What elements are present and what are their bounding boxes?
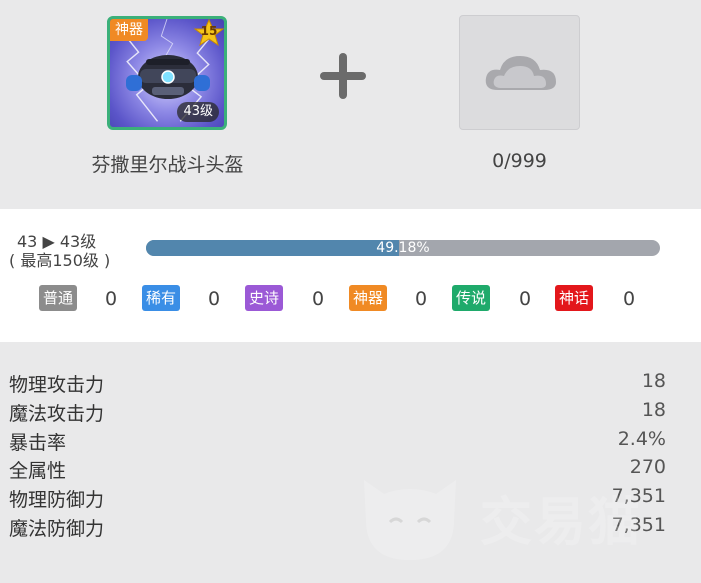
stat-row: 物理攻击力 18 (0, 370, 701, 398)
rarity-badge-myth: 神话 (555, 285, 594, 311)
star-level-badge: 15 (193, 19, 224, 47)
rarity-count-common: 普通 0 (39, 285, 117, 313)
rarity-badge-rare: 稀有 (142, 285, 181, 311)
star-level-text: 15 (200, 24, 218, 38)
stat-row: 暴击率 2.4% (0, 428, 701, 456)
rarity-count-artifact: 神器 0 (349, 285, 427, 313)
progress-percent: 49.18% (376, 240, 430, 256)
stat-label: 魔法攻击力 (9, 403, 105, 425)
rarity-count-value: 0 (519, 288, 532, 310)
rarity-counts: 普通 0 稀有 0 史诗 0 神器 0 传说 0 神话 0 (39, 285, 679, 313)
helmet-icon (126, 55, 210, 99)
watermark-text: 交易猫 (480, 493, 643, 553)
rarity-tag: 神器 (110, 19, 148, 41)
upgrade-slots-panel: 神器 15 43级 芬撒里尔战斗头盔 0/999 (0, 0, 701, 208)
stat-row: 魔法攻击力 18 (0, 399, 701, 427)
watermark: 交易猫 (350, 460, 690, 570)
max-level: ( 最高150级 ) (9, 251, 111, 270)
rarity-count-value: 0 (415, 288, 428, 310)
stat-label: 全属性 (9, 460, 67, 482)
material-count: 0/999 (492, 150, 547, 172)
equipment-slot[interactable]: 神器 15 43级 (107, 16, 227, 130)
rarity-count-value: 0 (312, 288, 325, 310)
upgrade-progress-panel: 43 ▶ 43级 ( 最高150级 ) 49.18% 普通 0 稀有 0 史诗 … (0, 209, 701, 342)
rarity-badge-common: 普通 (39, 285, 78, 311)
stat-value: 2.4% (617, 428, 666, 450)
rarity-badge-artifact: 神器 (349, 285, 388, 311)
experience-progress-bar: 49.18% (146, 240, 660, 256)
cloud-placeholder-icon (485, 56, 556, 90)
cat-logo-icon (364, 480, 456, 560)
rarity-count-rare: 稀有 0 (142, 285, 220, 313)
rarity-count-epic: 史诗 0 (245, 285, 324, 313)
rarity-badge-legend: 传说 (452, 285, 491, 311)
stat-label: 魔法防御力 (9, 518, 105, 540)
rarity-count-value: 0 (623, 288, 636, 310)
rarity-count-myth: 神话 0 (555, 285, 635, 313)
rarity-count-value: 0 (105, 288, 118, 310)
rarity-count-legend: 传说 0 (452, 285, 531, 313)
stat-value: 18 (641, 399, 666, 421)
stat-label: 物理防御力 (9, 489, 105, 511)
rarity-count-value: 0 (208, 288, 221, 310)
item-level-badge: 43级 (177, 102, 219, 122)
rarity-badge-epic: 史诗 (245, 285, 284, 311)
plus-icon (320, 53, 366, 99)
material-slot[interactable] (459, 15, 580, 130)
stat-value: 18 (641, 370, 666, 392)
stat-label: 物理攻击力 (9, 374, 105, 396)
item-name: 芬撒里尔战斗头盔 (91, 154, 244, 176)
stat-label: 暴击率 (9, 432, 67, 454)
